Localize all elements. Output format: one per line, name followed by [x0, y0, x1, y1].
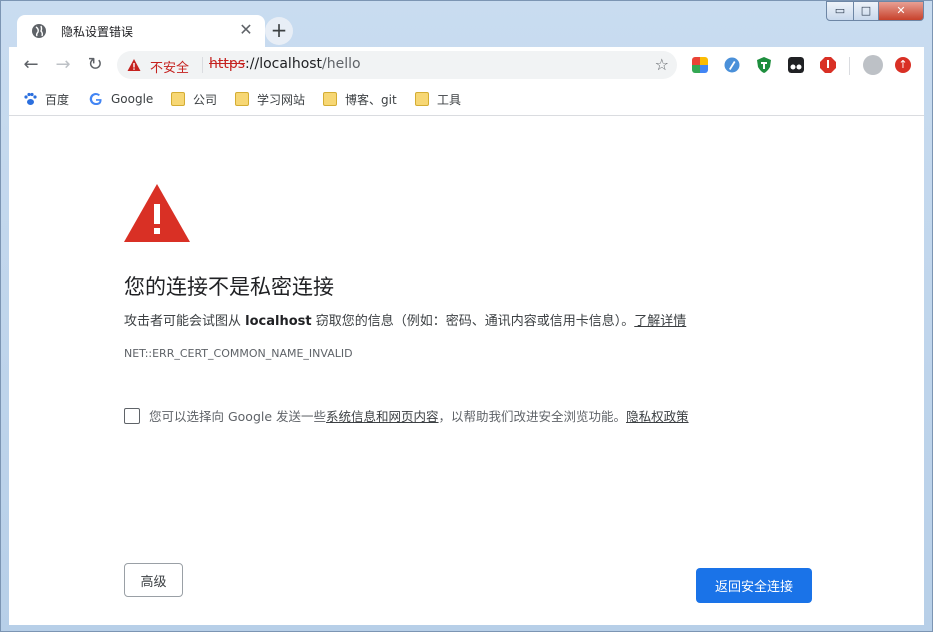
forward-button[interactable]: → [51, 53, 75, 77]
bookmark-label: 博客、git [345, 92, 397, 107]
system-info-link[interactable]: 系统信息和网页内容 [326, 409, 439, 424]
desc-text: 窃取您的信息（例如：密码、通讯内容或信用卡信息）。 [311, 314, 635, 329]
warning-triangle-icon [127, 59, 141, 71]
tab-title: 隐私设置错误 [61, 25, 134, 39]
update-icon[interactable]: ↑ [895, 57, 911, 73]
adblock-icon[interactable] [820, 57, 836, 73]
profile-avatar[interactable] [863, 55, 883, 75]
url-scheme: https [209, 56, 246, 72]
bookmark-folder-blog[interactable]: 博客、git [323, 90, 397, 108]
bookmark-folder-company[interactable]: 公司 [171, 90, 217, 108]
new-tab-button[interactable]: + [265, 17, 293, 45]
google-icon [89, 93, 102, 106]
omnibox[interactable]: 不安全 https://localhost/hello ☆ [117, 51, 677, 79]
warning-triangle-icon [124, 184, 190, 242]
opt-text: ，以帮助我们改进安全浏览功能。 [438, 409, 627, 424]
browser-window: ▭ □ ✕ 隐私设置错误 ✕ + ← → ↻ 不安全 https://local… [0, 0, 933, 632]
folder-icon [171, 92, 185, 106]
safe-browsing-checkbox[interactable] [124, 407, 140, 424]
bookmark-label: Google [111, 92, 154, 106]
bookmark-baidu[interactable]: 百度 [23, 90, 69, 108]
privacy-policy-link[interactable]: 隐私权政策 [626, 409, 689, 424]
bookmark-label: 公司 [193, 92, 218, 107]
bookmarks-bar: 百度 Google 公司 学习网站 博客、git 工具 [9, 83, 924, 116]
error-description: 攻击者可能会试图从 localhost 窃取您的信息（例如：密码、通讯内容或信用… [124, 310, 686, 329]
folder-icon [323, 92, 337, 106]
bookmark-folder-tools[interactable]: 工具 [415, 90, 461, 108]
globe-icon [32, 24, 46, 38]
tab-strip: 隐私设置错误 ✕ + [9, 11, 924, 47]
safe-browsing-option: 您可以选择向 Google 发送一些系统信息和网页内容，以帮助我们改进安全浏览功… [124, 406, 689, 425]
host-name: localhost [245, 314, 312, 329]
colorful-app-icon[interactable] [692, 57, 708, 73]
reload-button[interactable]: ↻ [83, 53, 107, 77]
url-text[interactable]: https://localhost/hello [209, 56, 361, 72]
bookmark-folder-study[interactable]: 学习网站 [235, 90, 305, 108]
back-to-safety-button[interactable]: 返回安全连接 [696, 568, 812, 603]
omnibox-divider [202, 57, 203, 73]
opt-text: 您可以选择向 Google 发送一些 [149, 409, 327, 424]
safe-browsing-text: 您可以选择向 Google 发送一些系统信息和网页内容，以帮助我们改进安全浏览功… [149, 406, 689, 425]
shield-icon[interactable] [756, 57, 772, 73]
bookmark-label: 工具 [437, 92, 462, 107]
bookmark-label: 百度 [45, 92, 70, 107]
pen-icon[interactable] [724, 57, 740, 73]
page-title: 您的连接不是私密连接 [124, 275, 334, 299]
tab-privacy-error[interactable]: 隐私设置错误 ✕ [17, 15, 265, 47]
security-status-label[interactable]: 不安全 [150, 57, 189, 76]
toolbar: ← → ↻ 不安全 https://localhost/hello ☆ ↑ [9, 47, 924, 83]
toolbar-divider [849, 57, 850, 75]
error-code[interactable]: NET::ERR_CERT_COMMON_NAME_INVALID [124, 347, 353, 360]
folder-icon [235, 92, 249, 106]
folder-icon [415, 92, 429, 106]
interstitial-page: 您的连接不是私密连接 攻击者可能会试图从 localhost 窃取您的信息（例如… [9, 116, 924, 625]
bookmark-google[interactable]: Google [89, 90, 153, 108]
bookmark-star-icon[interactable]: ☆ [655, 55, 669, 74]
back-button[interactable]: ← [19, 53, 43, 77]
paw-icon [24, 92, 37, 105]
url-host: ://localhost [245, 56, 323, 72]
desc-text: 攻击者可能会试图从 [124, 314, 246, 329]
advanced-button[interactable]: 高级 [124, 563, 183, 597]
url-path: /hello [322, 56, 361, 72]
bookmark-label: 学习网站 [257, 92, 306, 107]
tampermonkey-icon[interactable] [788, 57, 804, 73]
tab-close-icon[interactable]: ✕ [237, 21, 255, 39]
learn-more-link[interactable]: 了解详情 [634, 314, 686, 329]
